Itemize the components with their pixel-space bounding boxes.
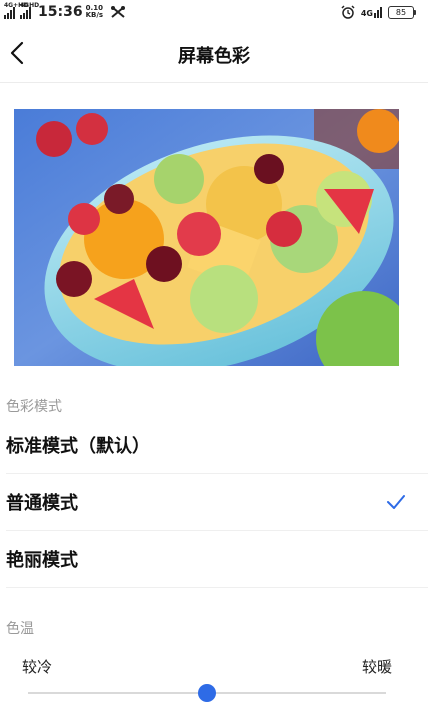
status-bar: 4G+HD 4GHD 15:36 0.10 KB/s 4G 85 <box>0 0 428 26</box>
signal-icon: 4G <box>361 6 382 18</box>
header-divider <box>0 82 428 83</box>
option-standard-mode[interactable]: 标准模式（默认） <box>0 417 410 473</box>
alarm-icon <box>341 5 355 19</box>
option-normal-mode[interactable]: 普通模式 <box>0 474 410 530</box>
option-label: 普通模式 <box>6 493 78 514</box>
option-label: 艳丽模式 <box>6 550 78 571</box>
warm-label: 较暖 <box>361 658 392 676</box>
app-header: 屏幕色彩 <box>0 28 428 80</box>
signal-icon: 4G+HD <box>4 2 28 19</box>
cool-label: 较冷 <box>22 658 53 676</box>
status-time: 15:36 <box>38 4 83 20</box>
row-divider <box>6 587 428 588</box>
battery-icon: 85 <box>388 5 416 19</box>
checkmark-icon <box>387 495 405 509</box>
option-vivid-mode[interactable]: 艳丽模式 <box>0 531 410 587</box>
preview-image <box>14 109 399 366</box>
tools-icon <box>111 6 126 18</box>
page-title: 屏幕色彩 <box>178 46 250 67</box>
color-mode-label: 色彩模式 <box>6 399 62 415</box>
color-temp-slider-thumb[interactable] <box>198 684 216 702</box>
color-temp-label: 色温 <box>6 621 34 637</box>
network-speed: 0.10 KB/s <box>85 4 104 19</box>
option-label: 标准模式（默认） <box>6 436 150 457</box>
signal-icon: 4GHD <box>20 2 39 19</box>
